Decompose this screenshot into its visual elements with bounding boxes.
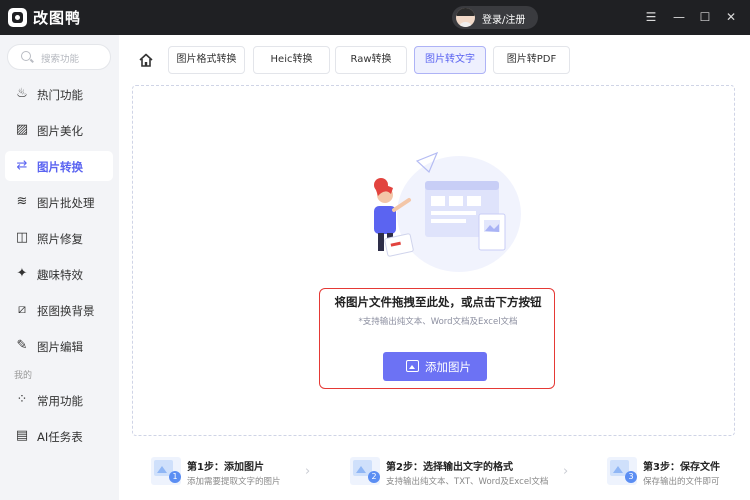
step-1-title: 第1步：添加图片 [187, 462, 264, 473]
sidebar-item-label: 趣味特效 [37, 268, 83, 282]
sidebar-item-hot[interactable]: ♨ 热门功能 [5, 79, 113, 109]
grid-icon: ⁘ [16, 392, 28, 407]
convert-icon: ⇄ [16, 158, 28, 173]
cutout-icon: ⧄ [17, 302, 27, 317]
sparkle-icon: ✦ [16, 266, 28, 281]
image-icon: ▨ [15, 122, 29, 137]
sidebar-item-label: 图片编辑 [37, 340, 83, 354]
dropzone-title: 将图片文件拖拽至此处，或点击下方按钮 [334, 295, 542, 309]
chevron-right-icon: › [563, 464, 569, 479]
avatar-icon [456, 8, 475, 27]
sidebar-item-ai-tasks[interactable]: ▤ AI任务表 [5, 421, 113, 451]
tab-raw-convert[interactable]: Raw转换 [335, 46, 407, 74]
upload-dropzone[interactable]: 将图片文件拖拽至此处，或点击下方按钮 *支持输出纯文本、Word文档及Excel… [132, 85, 735, 436]
chevron-right-icon: › [305, 464, 311, 479]
layers-icon: ≋ [16, 194, 28, 209]
minimize-icon[interactable]: — [670, 8, 688, 26]
step-3-icon: 3 [607, 457, 637, 485]
step-1-desc: 添加需要提取文字的图片 [187, 477, 281, 487]
sidebar-item-label: 照片修复 [37, 232, 83, 246]
add-image-label: 添加图片 [425, 360, 471, 374]
edit-icon: ✎ [16, 338, 28, 353]
main-panel: 图片格式转换 Heic转换 Raw转换 图片转文字 图片转PDF 将图片文件拖拽… [119, 35, 750, 500]
maximize-icon[interactable]: ☐ [696, 8, 714, 26]
step-2-icon: 2 [350, 457, 380, 485]
tab-image-to-pdf[interactable]: 图片转PDF [493, 46, 570, 74]
sidebar-item-label: 图片转换 [37, 160, 83, 174]
image-icon [406, 360, 419, 372]
tab-image-to-text[interactable]: 图片转文字 [414, 46, 486, 74]
sidebar-item-convert[interactable]: ⇄ 图片转换 [5, 151, 113, 181]
search-placeholder: 搜索功能 [41, 54, 80, 65]
sidebar-item-favorites[interactable]: ⁘ 常用功能 [5, 385, 113, 415]
sidebar-item-label: 抠图换背景 [37, 304, 95, 318]
app-logo-icon [8, 8, 27, 27]
search-icon [21, 51, 31, 61]
sidebar: 搜索功能 ♨ 热门功能 ▨ 图片美化 ⇄ 图片转换 ≋ 图片批处理 ◫ 照片修复… [0, 35, 119, 500]
repair-icon: ◫ [15, 230, 29, 245]
app-name: 改图鸭 [33, 9, 82, 27]
home-icon[interactable] [138, 52, 154, 68]
sidebar-item-repair[interactable]: ◫ 照片修复 [5, 223, 113, 253]
sidebar-item-label: 图片批处理 [37, 196, 95, 210]
highlight-frame: 将图片文件拖拽至此处，或点击下方按钮 *支持输出纯文本、Word文档及Excel… [319, 288, 555, 389]
step-2-desc: 支持输出纯文本、TXT、Word及Excel文档 [386, 477, 549, 487]
sidebar-item-label: 图片美化 [37, 124, 83, 138]
task-list-icon: ▤ [15, 428, 29, 443]
menu-icon[interactable]: ☰ [642, 8, 660, 26]
step-1-icon: 1 [151, 457, 181, 485]
sidebar-item-label: 热门功能 [37, 88, 83, 102]
section-label-mine: 我的 [14, 371, 33, 381]
step-3-desc: 保存输出的文件即可 [643, 477, 720, 487]
sidebar-item-cutout[interactable]: ⧄ 抠图换背景 [5, 295, 113, 325]
sidebar-item-effects[interactable]: ✦ 趣味特效 [5, 259, 113, 289]
tab-heic-convert[interactable]: Heic转换 [253, 46, 330, 74]
tab-format-convert[interactable]: 图片格式转换 [168, 46, 245, 74]
sidebar-item-label: 常用功能 [37, 394, 83, 408]
sidebar-item-beautify[interactable]: ▨ 图片美化 [5, 115, 113, 145]
search-input[interactable]: 搜索功能 [7, 44, 111, 70]
close-icon[interactable]: ✕ [722, 8, 740, 26]
step-3-title: 第3步：保存文件 [643, 462, 720, 473]
title-bar: 改图鸭 登录/注册 ☰ — ☐ ✕ [0, 0, 750, 35]
dropzone-subtitle: *支持输出纯文本、Word文档及Excel文档 [358, 317, 518, 327]
login-button[interactable]: 登录/注册 [452, 6, 538, 29]
sidebar-item-batch[interactable]: ≋ 图片批处理 [5, 187, 113, 217]
sidebar-item-edit[interactable]: ✎ 图片编辑 [5, 331, 113, 361]
upload-illustration [374, 151, 521, 272]
step-2-title: 第2步：选择输出文字的格式 [386, 462, 513, 473]
sidebar-item-label: AI任务表 [37, 430, 83, 444]
add-image-button[interactable]: 添加图片 [383, 352, 487, 381]
flame-icon: ♨ [16, 86, 28, 101]
login-label: 登录/注册 [482, 15, 526, 26]
